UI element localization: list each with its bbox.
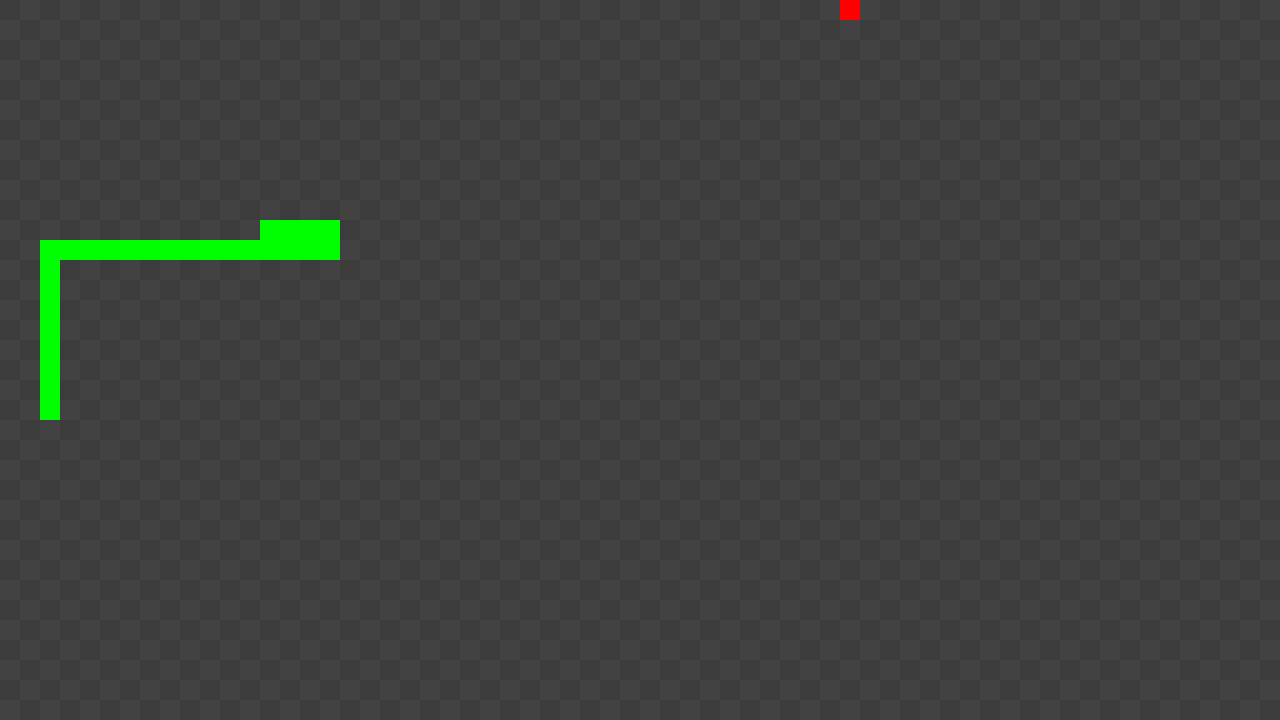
- snake-segment: [200, 240, 220, 260]
- snake-segment: [40, 240, 60, 260]
- snake-segment: [40, 340, 60, 360]
- snake-segment: [40, 260, 60, 280]
- snake-segment: [80, 240, 100, 260]
- snake-segment: [280, 240, 300, 260]
- snake-segment: [160, 240, 180, 260]
- snake-segment: [40, 380, 60, 400]
- snake-segment: [240, 240, 260, 260]
- snake-segment: [40, 360, 60, 380]
- snake-segment: [260, 220, 280, 240]
- snake-segment: [40, 400, 60, 420]
- snake-segment: [260, 240, 280, 260]
- snake-segment: [320, 220, 340, 240]
- snake-segment: [280, 220, 300, 240]
- snake-segment: [220, 240, 240, 260]
- snake-segment: [100, 240, 120, 260]
- snake-segment: [140, 240, 160, 260]
- snake-segment: [300, 240, 320, 260]
- snake-segment: [60, 240, 80, 260]
- snake-segment: [300, 220, 320, 240]
- snake-segment: [180, 240, 200, 260]
- snake-segment: [40, 320, 60, 340]
- snake-segment: [40, 280, 60, 300]
- snake-segment: [40, 300, 60, 320]
- snake-segment: [320, 240, 340, 260]
- snake-segment: [120, 240, 140, 260]
- game-board[interactable]: [0, 0, 1280, 720]
- food-pellet: [840, 0, 860, 20]
